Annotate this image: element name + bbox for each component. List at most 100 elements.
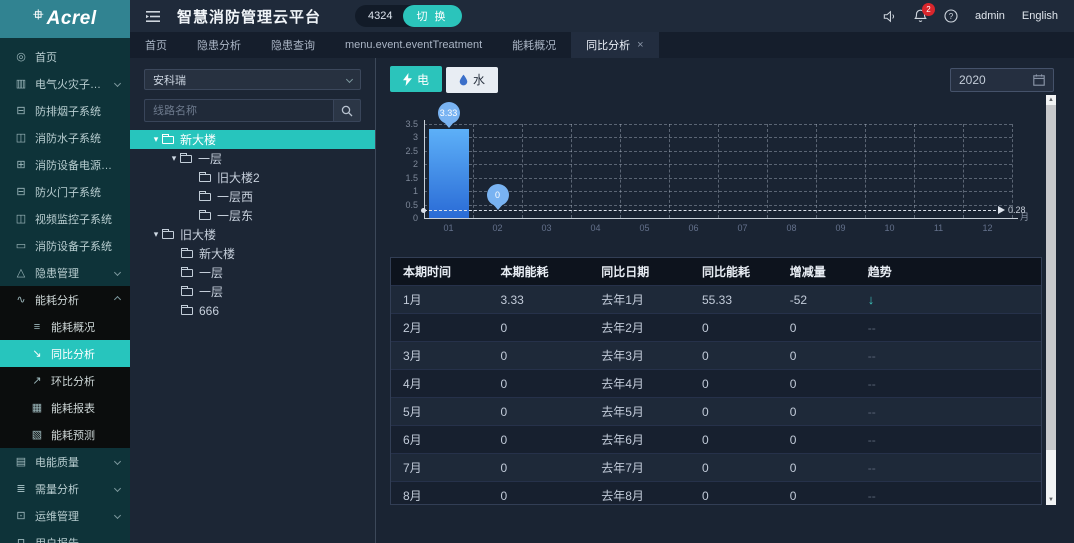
sidebar-item-label: 消防设备电源子系统 xyxy=(35,159,120,172)
sidebar-item-fire-water[interactable]: ◫ 消防水子系统 xyxy=(0,124,130,151)
user-menu[interactable]: admin xyxy=(975,10,1005,22)
table-cell: 2月 xyxy=(403,321,422,335)
tab-label: 同比分析 xyxy=(586,40,631,52)
x-axis-tick-label: 03 xyxy=(541,223,552,233)
sidebar-item-label: 视频监控子系统 xyxy=(35,213,112,226)
tree-node[interactable]: 一层 xyxy=(130,263,375,282)
tab-hazard-query[interactable]: 隐患查询 xyxy=(256,32,330,58)
table-row[interactable]: 6月 0 去年6月 0 0 -- xyxy=(391,425,1041,453)
chart-gridline xyxy=(1012,124,1013,218)
vertical-scrollbar[interactable]: ▲ ▼ xyxy=(1046,95,1056,505)
tree-node[interactable]: 旧大楼2 xyxy=(130,168,375,187)
notification-bell-icon[interactable]: 2 xyxy=(914,3,935,23)
tree-expand-caret-icon[interactable]: ▾ xyxy=(150,134,162,145)
table-header-cell: 趋势 xyxy=(867,265,892,279)
tree-node[interactable]: 一层 xyxy=(130,282,375,301)
sidebar-item-ops-mgmt[interactable]: ⊡ 运维管理 xyxy=(0,502,130,529)
sidebar-item-label: 用户报告 xyxy=(35,535,120,543)
scrollbar-thumb[interactable] xyxy=(1046,105,1056,450)
sidebar-item-label: 能耗概况 xyxy=(51,321,95,334)
table-row[interactable]: 1月 3.33 去年1月 55.33 -52 ↓ xyxy=(391,285,1041,313)
sidebar-item-video-monitor[interactable]: ◫ 视频监控子系统 xyxy=(0,205,130,232)
y-axis-tick-label: 0.5 xyxy=(405,199,418,210)
sidebar: ⯐ Acrel ◎ 首页 ▥ 电气火灾子系统 ⊟ 防排烟子系统 ◫ 消防水子系统 ⊞ 消防设备电源… xyxy=(0,0,130,543)
sidebar-item-electrical-fire[interactable]: ▥ 电气火灾子系统 xyxy=(0,70,130,97)
table-cell: 0 xyxy=(702,404,709,419)
table-header-cell: 增减量 xyxy=(789,265,826,279)
sidebar-item-label: 首页 xyxy=(35,51,57,64)
chart-gridline xyxy=(865,124,866,218)
table-cell: 55.33 xyxy=(702,292,733,307)
tab-event-treatment[interactable]: menu.event.eventTreatment xyxy=(330,32,497,58)
tree-node[interactable]: 666 xyxy=(130,301,375,320)
tab-hazard-analysis[interactable]: 隐患分析 xyxy=(182,32,256,58)
table-cell: 0 xyxy=(789,376,797,391)
tree-expand-caret-icon[interactable]: ▾ xyxy=(168,153,180,164)
tab-home[interactable]: 首页 xyxy=(130,32,182,58)
folder-icon xyxy=(181,247,193,258)
table-row[interactable]: 4月 0 去年4月 0 0 -- xyxy=(391,369,1041,397)
tab-yoy-analysis[interactable]: 同比分析 × xyxy=(571,32,659,58)
table-row[interactable]: 2月 0 去年2月 0 0 -- xyxy=(391,313,1041,341)
table-row[interactable]: 7月 0 去年7月 0 0 -- xyxy=(391,453,1041,481)
tree-node[interactable]: 一层西 xyxy=(130,187,375,206)
scroll-up-arrow[interactable]: ▲ xyxy=(1046,95,1056,105)
sidebar-item-home[interactable]: ◎ 首页 xyxy=(0,43,130,70)
tree-node[interactable]: 新大楼 xyxy=(130,244,375,263)
energy-toggle-water[interactable]: 水 xyxy=(446,66,499,93)
help-icon[interactable]: ? xyxy=(944,9,958,23)
sidebar-item-yoy-analysis[interactable]: ↘ 同比分析 xyxy=(0,340,130,367)
switch-button[interactable]: 切 换 xyxy=(402,5,462,27)
search-button[interactable] xyxy=(333,99,361,122)
tree-node-label: 一层西 xyxy=(217,190,254,204)
sidebar-item-power-quality[interactable]: ▤ 电能质量 xyxy=(0,448,130,475)
tab-energy-overview[interactable]: 能耗概况 xyxy=(497,32,571,58)
tree-node-label: 一层 xyxy=(198,152,223,166)
table-cell: 4月 xyxy=(403,377,422,391)
sidebar-item-energy-report[interactable]: ▦ 能耗报表 xyxy=(0,394,130,421)
sidebar-group-energy-analysis: ∿ 能耗分析 ≡ 能耗概况 ↘ 同比分析 ↗ 环比分析 ▦ 能耗报表 ▧ 能耗预测 xyxy=(0,286,130,448)
energy-toggle-electricity[interactable]: 电 xyxy=(390,66,443,93)
data-point-balloon: 0 xyxy=(486,184,509,206)
sidebar-item-user-report[interactable]: ⊓ 用户报告 xyxy=(0,529,130,543)
trend-up-icon: ↗ xyxy=(32,375,42,387)
sidebar-item-fire-door[interactable]: ⊟ 防火门子系统 xyxy=(0,178,130,205)
sidebar-item-fire-equipment[interactable]: ▭ 消防设备子系统 xyxy=(0,232,130,259)
sidebar-item-demand-analysis[interactable]: ≣ 需量分析 xyxy=(0,475,130,502)
sound-icon[interactable] xyxy=(883,10,897,23)
calendar-icon xyxy=(1033,73,1045,86)
sidebar-item-hazard-mgmt[interactable]: △ 隐患管理 xyxy=(0,259,130,286)
video-icon: ◫ xyxy=(15,213,27,225)
sidebar-item-label: 隐患管理 xyxy=(35,267,79,280)
tree-node[interactable]: ▾ 一层 xyxy=(130,149,375,168)
tree-expand-caret-icon[interactable]: ▾ xyxy=(150,229,162,240)
tree-node[interactable]: 一层东 xyxy=(130,206,375,225)
table-cell: 0 xyxy=(789,404,797,419)
scroll-down-arrow[interactable]: ▼ xyxy=(1046,495,1056,505)
tree-node[interactable]: ▾ 旧大楼 xyxy=(130,225,375,244)
folder-icon xyxy=(199,171,211,182)
sidebar-item-equipment-power[interactable]: ⊞ 消防设备电源子系统 xyxy=(0,151,130,178)
bar-chart-icon: ▥ xyxy=(15,78,27,90)
collapse-menu-icon[interactable] xyxy=(146,10,161,23)
language-switch[interactable]: English xyxy=(1022,10,1058,22)
year-picker[interactable] xyxy=(950,67,1054,92)
sidebar-item-energy-forecast[interactable]: ▧ 能耗预测 xyxy=(0,421,130,448)
table-cell: 3.33 xyxy=(500,292,524,307)
table-row[interactable]: 8月 0 去年8月 0 0 -- xyxy=(391,481,1041,504)
table-row[interactable]: 3月 0 去年3月 0 0 -- xyxy=(391,341,1041,369)
tab-close-icon[interactable]: × xyxy=(637,39,643,51)
sidebar-item-mom-analysis[interactable]: ↗ 环比分析 xyxy=(0,367,130,394)
sidebar-item-smoke-control[interactable]: ⊟ 防排烟子系统 xyxy=(0,97,130,124)
sidebar-item-energy-analysis[interactable]: ∿ 能耗分析 xyxy=(0,286,130,313)
chart-gridline xyxy=(914,124,915,218)
folder-icon xyxy=(181,304,193,315)
sidebar-item-label: 电能质量 xyxy=(35,456,79,469)
tree-node[interactable]: ▾ 新大楼 xyxy=(130,130,375,149)
table-row[interactable]: 5月 0 去年5月 0 0 -- xyxy=(391,397,1041,425)
x-axis-tick-label: 12 xyxy=(982,223,993,233)
organization-select[interactable]: 安科瑞 xyxy=(144,69,361,90)
line-search-input[interactable] xyxy=(144,99,333,122)
sidebar-item-energy-overview[interactable]: ≡ 能耗概况 xyxy=(0,313,130,340)
year-input[interactable] xyxy=(959,72,1033,87)
